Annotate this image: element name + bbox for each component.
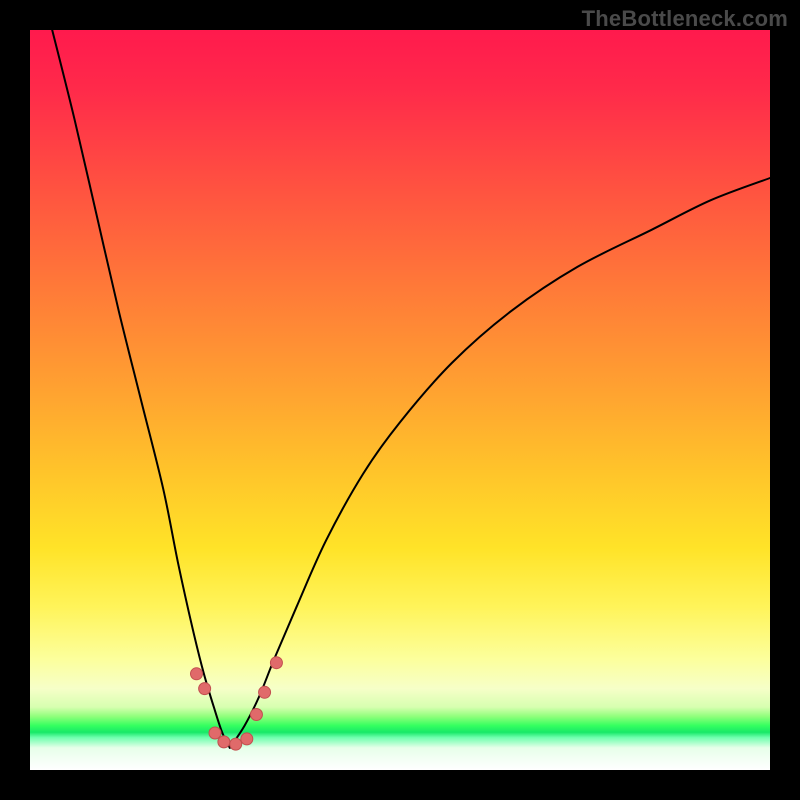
data-point — [270, 657, 282, 669]
data-point — [199, 683, 211, 695]
data-point — [209, 727, 221, 739]
data-point — [241, 733, 253, 745]
data-point — [259, 686, 271, 698]
curve-right-branch — [230, 178, 770, 748]
data-point — [218, 736, 230, 748]
data-point — [230, 738, 242, 750]
data-point — [191, 668, 203, 680]
curve-left-branch — [52, 30, 230, 748]
plot-area — [30, 30, 770, 770]
watermark-text: TheBottleneck.com — [582, 6, 788, 32]
curves-svg — [30, 30, 770, 770]
chart-stage: TheBottleneck.com — [0, 0, 800, 800]
data-point — [250, 709, 262, 721]
